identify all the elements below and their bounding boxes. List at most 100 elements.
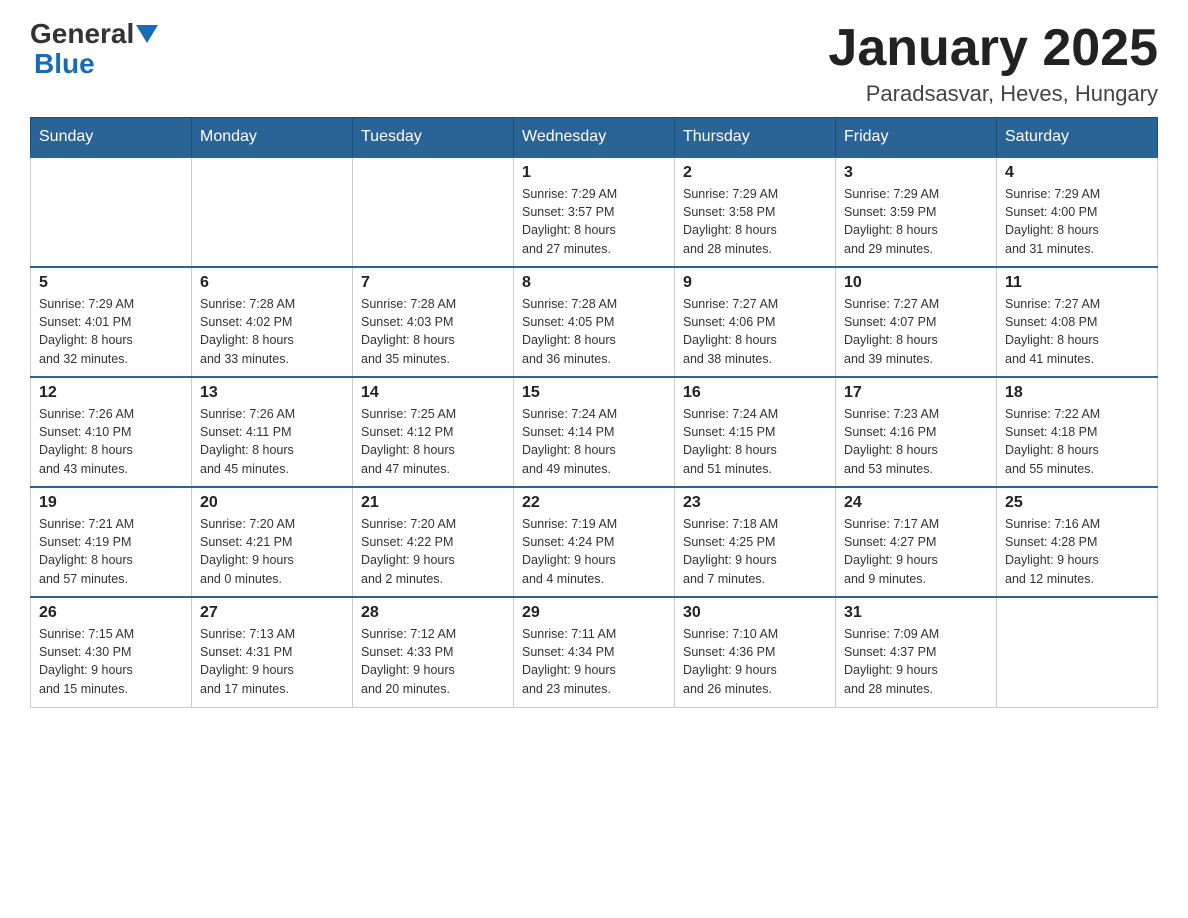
calendar-day-14: 14 Sunrise: 7:25 AM Sunset: 4:12 PM Dayli… [353,377,514,487]
calendar-day-30: 30 Sunrise: 7:10 AM Sunset: 4:36 PM Dayli… [675,597,836,707]
day-number: 19 [39,494,183,512]
day-info: Sunrise: 7:11 AM Sunset: 4:34 PM Dayligh… [522,625,666,698]
day-number: 7 [361,274,505,292]
day-info: Sunrise: 7:09 AM Sunset: 4:37 PM Dayligh… [844,625,988,698]
day-number: 6 [200,274,344,292]
day-number: 5 [39,274,183,292]
day-number: 16 [683,384,827,402]
day-info: Sunrise: 7:21 AM Sunset: 4:19 PM Dayligh… [39,515,183,588]
calendar-day-25: 25 Sunrise: 7:16 AM Sunset: 4:28 PM Dayli… [997,487,1158,597]
day-info: Sunrise: 7:22 AM Sunset: 4:18 PM Dayligh… [1005,405,1149,478]
calendar-day-29: 29 Sunrise: 7:11 AM Sunset: 4:34 PM Dayli… [514,597,675,707]
day-number: 1 [522,164,666,182]
day-info: Sunrise: 7:26 AM Sunset: 4:11 PM Dayligh… [200,405,344,478]
day-number: 30 [683,604,827,622]
day-info: Sunrise: 7:29 AM Sunset: 3:57 PM Dayligh… [522,185,666,258]
day-info: Sunrise: 7:29 AM Sunset: 3:58 PM Dayligh… [683,185,827,258]
day-info: Sunrise: 7:18 AM Sunset: 4:25 PM Dayligh… [683,515,827,588]
calendar-day-6: 6Sunrise: 7:28 AM Sunset: 4:02 PM Daylig… [192,267,353,377]
day-info: Sunrise: 7:28 AM Sunset: 4:03 PM Dayligh… [361,295,505,368]
calendar-day-1: 1 Sunrise: 7:29 AM Sunset: 3:57 PM Daylig… [514,157,675,267]
day-number: 26 [39,604,183,622]
header-wednesday: Wednesday [514,118,675,158]
calendar-day-19: 19 Sunrise: 7:21 AM Sunset: 4:19 PM Dayli… [31,487,192,597]
day-number: 25 [1005,494,1149,512]
day-number: 14 [361,384,505,402]
day-info: Sunrise: 7:20 AM Sunset: 4:21 PM Dayligh… [200,515,344,588]
header-tuesday: Tuesday [353,118,514,158]
day-info: Sunrise: 7:15 AM Sunset: 4:30 PM Dayligh… [39,625,183,698]
calendar-day-26: 26 Sunrise: 7:15 AM Sunset: 4:30 PM Dayli… [31,597,192,707]
calendar-day-17: 17 Sunrise: 7:23 AM Sunset: 4:16 PM Dayli… [836,377,997,487]
day-number: 17 [844,384,988,402]
calendar-day-10: 10Sunrise: 7:27 AM Sunset: 4:07 PM Dayli… [836,267,997,377]
calendar-day-23: 23 Sunrise: 7:18 AM Sunset: 4:25 PM Dayli… [675,487,836,597]
day-info: Sunrise: 7:17 AM Sunset: 4:27 PM Dayligh… [844,515,988,588]
calendar-day-2: 2Sunrise: 7:29 AM Sunset: 3:58 PM Daylig… [675,157,836,267]
calendar-empty-cell [192,157,353,267]
day-info: Sunrise: 7:16 AM Sunset: 4:28 PM Dayligh… [1005,515,1149,588]
day-info: Sunrise: 7:13 AM Sunset: 4:31 PM Dayligh… [200,625,344,698]
day-info: Sunrise: 7:29 AM Sunset: 4:01 PM Dayligh… [39,295,183,368]
calendar-subtitle: Paradsasvar, Heves, Hungary [828,81,1158,107]
calendar-day-22: 22 Sunrise: 7:19 AM Sunset: 4:24 PM Dayli… [514,487,675,597]
calendar-week-5: 26 Sunrise: 7:15 AM Sunset: 4:30 PM Dayli… [31,597,1158,707]
day-number: 13 [200,384,344,402]
day-number: 12 [39,384,183,402]
day-info: Sunrise: 7:29 AM Sunset: 3:59 PM Dayligh… [844,185,988,258]
day-number: 24 [844,494,988,512]
day-info: Sunrise: 7:27 AM Sunset: 4:07 PM Dayligh… [844,295,988,368]
page-header: General Blue January 2025 Paradsasvar, H… [30,20,1158,107]
day-info: Sunrise: 7:19 AM Sunset: 4:24 PM Dayligh… [522,515,666,588]
calendar-week-2: 5 Sunrise: 7:29 AM Sunset: 4:01 PM Daylig… [31,267,1158,377]
calendar-day-5: 5 Sunrise: 7:29 AM Sunset: 4:01 PM Daylig… [31,267,192,377]
calendar-day-4: 4 Sunrise: 7:29 AM Sunset: 4:00 PM Daylig… [997,157,1158,267]
day-number: 29 [522,604,666,622]
calendar-day-9: 9Sunrise: 7:27 AM Sunset: 4:06 PM Daylig… [675,267,836,377]
day-number: 27 [200,604,344,622]
calendar-week-4: 19 Sunrise: 7:21 AM Sunset: 4:19 PM Dayli… [31,487,1158,597]
day-info: Sunrise: 7:10 AM Sunset: 4:36 PM Dayligh… [683,625,827,698]
calendar-day-12: 12Sunrise: 7:26 AM Sunset: 4:10 PM Dayli… [31,377,192,487]
calendar-day-21: 21 Sunrise: 7:20 AM Sunset: 4:22 PM Dayli… [353,487,514,597]
day-number: 18 [1005,384,1149,402]
day-number: 23 [683,494,827,512]
day-number: 3 [844,164,988,182]
header-thursday: Thursday [675,118,836,158]
day-number: 20 [200,494,344,512]
day-number: 4 [1005,164,1149,182]
calendar-week-1: 1 Sunrise: 7:29 AM Sunset: 3:57 PM Daylig… [31,157,1158,267]
title-section: January 2025 Paradsasvar, Heves, Hungary [828,20,1158,107]
day-number: 8 [522,274,666,292]
header-sunday: Sunday [31,118,192,158]
calendar-day-8: 8Sunrise: 7:28 AM Sunset: 4:05 PM Daylig… [514,267,675,377]
calendar-day-3: 3 Sunrise: 7:29 AM Sunset: 3:59 PM Daylig… [836,157,997,267]
calendar-table: Sunday Monday Tuesday Wednesday Thursday… [30,117,1158,708]
day-number: 11 [1005,274,1149,292]
calendar-week-3: 12Sunrise: 7:26 AM Sunset: 4:10 PM Dayli… [31,377,1158,487]
day-info: Sunrise: 7:12 AM Sunset: 4:33 PM Dayligh… [361,625,505,698]
header-friday: Friday [836,118,997,158]
day-number: 22 [522,494,666,512]
calendar-empty-cell [353,157,514,267]
calendar-day-7: 7 Sunrise: 7:28 AM Sunset: 4:03 PM Daylig… [353,267,514,377]
calendar-day-18: 18 Sunrise: 7:22 AM Sunset: 4:18 PM Dayli… [997,377,1158,487]
calendar-day-15: 15Sunrise: 7:24 AM Sunset: 4:14 PM Dayli… [514,377,675,487]
day-number: 31 [844,604,988,622]
logo: General Blue [30,20,158,80]
day-info: Sunrise: 7:24 AM Sunset: 4:14 PM Dayligh… [522,405,666,478]
header-saturday: Saturday [997,118,1158,158]
calendar-day-27: 27 Sunrise: 7:13 AM Sunset: 4:31 PM Dayli… [192,597,353,707]
day-info: Sunrise: 7:24 AM Sunset: 4:15 PM Dayligh… [683,405,827,478]
day-number: 21 [361,494,505,512]
calendar-header-row: Sunday Monday Tuesday Wednesday Thursday… [31,118,1158,158]
calendar-day-11: 11Sunrise: 7:27 AM Sunset: 4:08 PM Dayli… [997,267,1158,377]
day-info: Sunrise: 7:29 AM Sunset: 4:00 PM Dayligh… [1005,185,1149,258]
calendar-day-31: 31 Sunrise: 7:09 AM Sunset: 4:37 PM Dayli… [836,597,997,707]
day-info: Sunrise: 7:20 AM Sunset: 4:22 PM Dayligh… [361,515,505,588]
day-number: 9 [683,274,827,292]
day-number: 28 [361,604,505,622]
day-info: Sunrise: 7:23 AM Sunset: 4:16 PM Dayligh… [844,405,988,478]
day-info: Sunrise: 7:25 AM Sunset: 4:12 PM Dayligh… [361,405,505,478]
calendar-day-28: 28 Sunrise: 7:12 AM Sunset: 4:33 PM Dayli… [353,597,514,707]
